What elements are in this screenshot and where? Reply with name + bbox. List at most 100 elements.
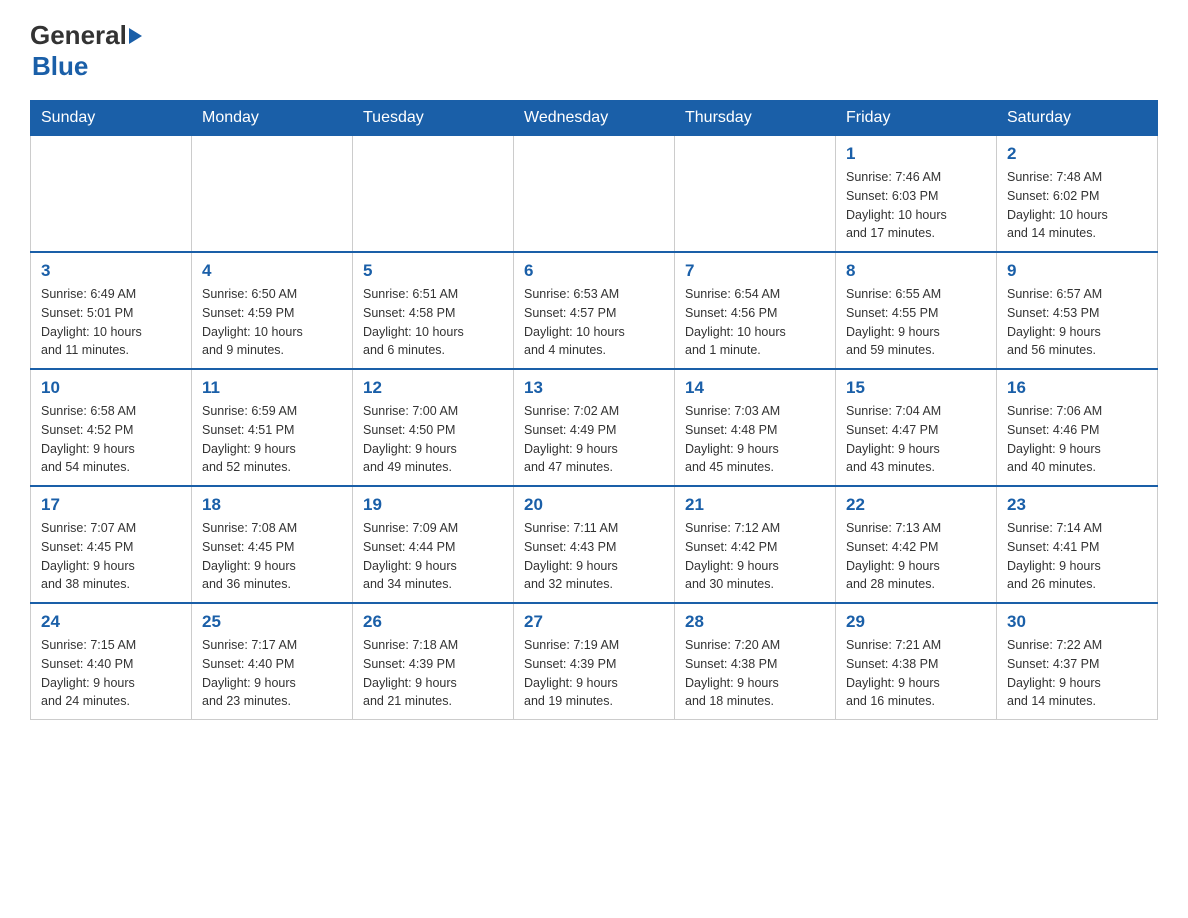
day-number: 12 — [363, 378, 503, 398]
calendar-cell: 29 Sunrise: 7:21 AM Sunset: 4:38 PM Dayli… — [836, 603, 997, 720]
weekday-header-tuesday: Tuesday — [353, 101, 514, 136]
calendar-cell: 22Sunrise: 7:13 AM Sunset: 4:42 PM Dayli… — [836, 486, 997, 603]
calendar-cell — [192, 136, 353, 253]
calendar-cell: 24 Sunrise: 7:15 AM Sunset: 4:40 PM Dayli… — [31, 603, 192, 720]
day-info: Sunrise: 7:18 AM Sunset: 4:39 PM Dayligh… — [363, 636, 503, 711]
calendar-cell: 1 Sunrise: 7:46 AM Sunset: 6:03 PM Daylig… — [836, 136, 997, 253]
day-info: Sunrise: 7:11 AM Sunset: 4:43 PM Dayligh… — [524, 519, 664, 594]
calendar-cell: 6 Sunrise: 6:53 AM Sunset: 4:57 PM Daylig… — [514, 252, 675, 369]
day-info: Sunrise: 6:51 AM Sunset: 4:58 PM Dayligh… — [363, 285, 503, 360]
calendar-cell: 16 Sunrise: 7:06 AM Sunset: 4:46 PM Dayli… — [997, 369, 1158, 486]
calendar-cell: 12 Sunrise: 7:00 AM Sunset: 4:50 PM Dayli… — [353, 369, 514, 486]
day-info: Sunrise: 7:02 AM Sunset: 4:49 PM Dayligh… — [524, 402, 664, 477]
calendar-cell: 30 Sunrise: 7:22 AM Sunset: 4:37 PM Dayli… — [997, 603, 1158, 720]
day-info: Sunrise: 7:21 AM Sunset: 4:38 PM Dayligh… — [846, 636, 986, 711]
weekday-header-saturday: Saturday — [997, 101, 1158, 136]
day-info: Sunrise: 6:50 AM Sunset: 4:59 PM Dayligh… — [202, 285, 342, 360]
day-number: 30 — [1007, 612, 1147, 632]
day-number: 16 — [1007, 378, 1147, 398]
calendar-cell: 5 Sunrise: 6:51 AM Sunset: 4:58 PM Daylig… — [353, 252, 514, 369]
calendar-cell — [353, 136, 514, 253]
logo: General Blue — [30, 20, 142, 82]
day-info: Sunrise: 6:54 AM Sunset: 4:56 PM Dayligh… — [685, 285, 825, 360]
day-info: Sunrise: 6:58 AM Sunset: 4:52 PM Dayligh… — [41, 402, 181, 477]
day-info: Sunrise: 7:22 AM Sunset: 4:37 PM Dayligh… — [1007, 636, 1147, 711]
calendar-cell: 19 Sunrise: 7:09 AM Sunset: 4:44 PM Dayli… — [353, 486, 514, 603]
day-number: 5 — [363, 261, 503, 281]
day-number: 27 — [524, 612, 664, 632]
weekday-header-wednesday: Wednesday — [514, 101, 675, 136]
day-number: 11 — [202, 378, 342, 398]
day-number: 25 — [202, 612, 342, 632]
calendar-cell: 18 Sunrise: 7:08 AM Sunset: 4:45 PM Dayli… — [192, 486, 353, 603]
day-number: 7 — [685, 261, 825, 281]
day-number: 4 — [202, 261, 342, 281]
day-info: Sunrise: 7:08 AM Sunset: 4:45 PM Dayligh… — [202, 519, 342, 594]
calendar-cell: 14 Sunrise: 7:03 AM Sunset: 4:48 PM Dayli… — [675, 369, 836, 486]
calendar-cell: 2 Sunrise: 7:48 AM Sunset: 6:02 PM Daylig… — [997, 136, 1158, 253]
calendar-row: 1 Sunrise: 7:46 AM Sunset: 6:03 PM Daylig… — [31, 136, 1158, 253]
calendar-cell: 11 Sunrise: 6:59 AM Sunset: 4:51 PM Dayli… — [192, 369, 353, 486]
day-number: 21 — [685, 495, 825, 515]
day-number: 8 — [846, 261, 986, 281]
calendar-cell: 8Sunrise: 6:55 AM Sunset: 4:55 PM Daylig… — [836, 252, 997, 369]
calendar-row: 24 Sunrise: 7:15 AM Sunset: 4:40 PM Dayli… — [31, 603, 1158, 720]
calendar-cell: 7 Sunrise: 6:54 AM Sunset: 4:56 PM Daylig… — [675, 252, 836, 369]
calendar-row: 17 Sunrise: 7:07 AM Sunset: 4:45 PM Dayli… — [31, 486, 1158, 603]
day-number: 9 — [1007, 261, 1147, 281]
day-number: 22 — [846, 495, 986, 515]
day-number: 23 — [1007, 495, 1147, 515]
day-info: Sunrise: 7:09 AM Sunset: 4:44 PM Dayligh… — [363, 519, 503, 594]
day-info: Sunrise: 6:57 AM Sunset: 4:53 PM Dayligh… — [1007, 285, 1147, 360]
calendar-table: SundayMondayTuesdayWednesdayThursdayFrid… — [30, 100, 1158, 720]
calendar-cell: 27 Sunrise: 7:19 AM Sunset: 4:39 PM Dayli… — [514, 603, 675, 720]
calendar-cell: 21 Sunrise: 7:12 AM Sunset: 4:42 PM Dayli… — [675, 486, 836, 603]
calendar-cell — [514, 136, 675, 253]
day-info: Sunrise: 7:07 AM Sunset: 4:45 PM Dayligh… — [41, 519, 181, 594]
calendar-cell: 17 Sunrise: 7:07 AM Sunset: 4:45 PM Dayli… — [31, 486, 192, 603]
calendar-cell — [675, 136, 836, 253]
logo-blue-text: Blue — [32, 51, 88, 82]
day-info: Sunrise: 6:59 AM Sunset: 4:51 PM Dayligh… — [202, 402, 342, 477]
day-number: 2 — [1007, 144, 1147, 164]
calendar-row: 10 Sunrise: 6:58 AM Sunset: 4:52 PM Dayli… — [31, 369, 1158, 486]
day-number: 1 — [846, 144, 986, 164]
day-info: Sunrise: 7:15 AM Sunset: 4:40 PM Dayligh… — [41, 636, 181, 711]
day-info: Sunrise: 7:19 AM Sunset: 4:39 PM Dayligh… — [524, 636, 664, 711]
day-info: Sunrise: 7:04 AM Sunset: 4:47 PM Dayligh… — [846, 402, 986, 477]
day-number: 14 — [685, 378, 825, 398]
day-info: Sunrise: 7:20 AM Sunset: 4:38 PM Dayligh… — [685, 636, 825, 711]
day-number: 28 — [685, 612, 825, 632]
day-info: Sunrise: 6:49 AM Sunset: 5:01 PM Dayligh… — [41, 285, 181, 360]
logo-triangle-icon — [129, 28, 142, 44]
calendar-cell: 25Sunrise: 7:17 AM Sunset: 4:40 PM Dayli… — [192, 603, 353, 720]
day-number: 19 — [363, 495, 503, 515]
calendar-cell: 15 Sunrise: 7:04 AM Sunset: 4:47 PM Dayli… — [836, 369, 997, 486]
calendar-cell: 13Sunrise: 7:02 AM Sunset: 4:49 PM Dayli… — [514, 369, 675, 486]
calendar-cell: 9 Sunrise: 6:57 AM Sunset: 4:53 PM Daylig… — [997, 252, 1158, 369]
day-info: Sunrise: 7:14 AM Sunset: 4:41 PM Dayligh… — [1007, 519, 1147, 594]
day-number: 18 — [202, 495, 342, 515]
calendar-cell: 4 Sunrise: 6:50 AM Sunset: 4:59 PM Daylig… — [192, 252, 353, 369]
day-number: 26 — [363, 612, 503, 632]
calendar-cell — [31, 136, 192, 253]
page-header: General Blue — [30, 20, 1158, 82]
day-number: 24 — [41, 612, 181, 632]
calendar-cell: 28 Sunrise: 7:20 AM Sunset: 4:38 PM Dayli… — [675, 603, 836, 720]
day-number: 10 — [41, 378, 181, 398]
calendar-cell: 23 Sunrise: 7:14 AM Sunset: 4:41 PM Dayli… — [997, 486, 1158, 603]
day-number: 15 — [846, 378, 986, 398]
day-number: 29 — [846, 612, 986, 632]
day-info: Sunrise: 6:53 AM Sunset: 4:57 PM Dayligh… — [524, 285, 664, 360]
day-number: 6 — [524, 261, 664, 281]
weekday-header-thursday: Thursday — [675, 101, 836, 136]
day-info: Sunrise: 7:48 AM Sunset: 6:02 PM Dayligh… — [1007, 168, 1147, 243]
day-info: Sunrise: 7:00 AM Sunset: 4:50 PM Dayligh… — [363, 402, 503, 477]
calendar-row: 3Sunrise: 6:49 AM Sunset: 5:01 PM Daylig… — [31, 252, 1158, 369]
day-number: 17 — [41, 495, 181, 515]
calendar-cell: 26 Sunrise: 7:18 AM Sunset: 4:39 PM Dayli… — [353, 603, 514, 720]
day-info: Sunrise: 7:12 AM Sunset: 4:42 PM Dayligh… — [685, 519, 825, 594]
day-info: Sunrise: 7:03 AM Sunset: 4:48 PM Dayligh… — [685, 402, 825, 477]
day-info: Sunrise: 7:06 AM Sunset: 4:46 PM Dayligh… — [1007, 402, 1147, 477]
day-info: Sunrise: 7:46 AM Sunset: 6:03 PM Dayligh… — [846, 168, 986, 243]
